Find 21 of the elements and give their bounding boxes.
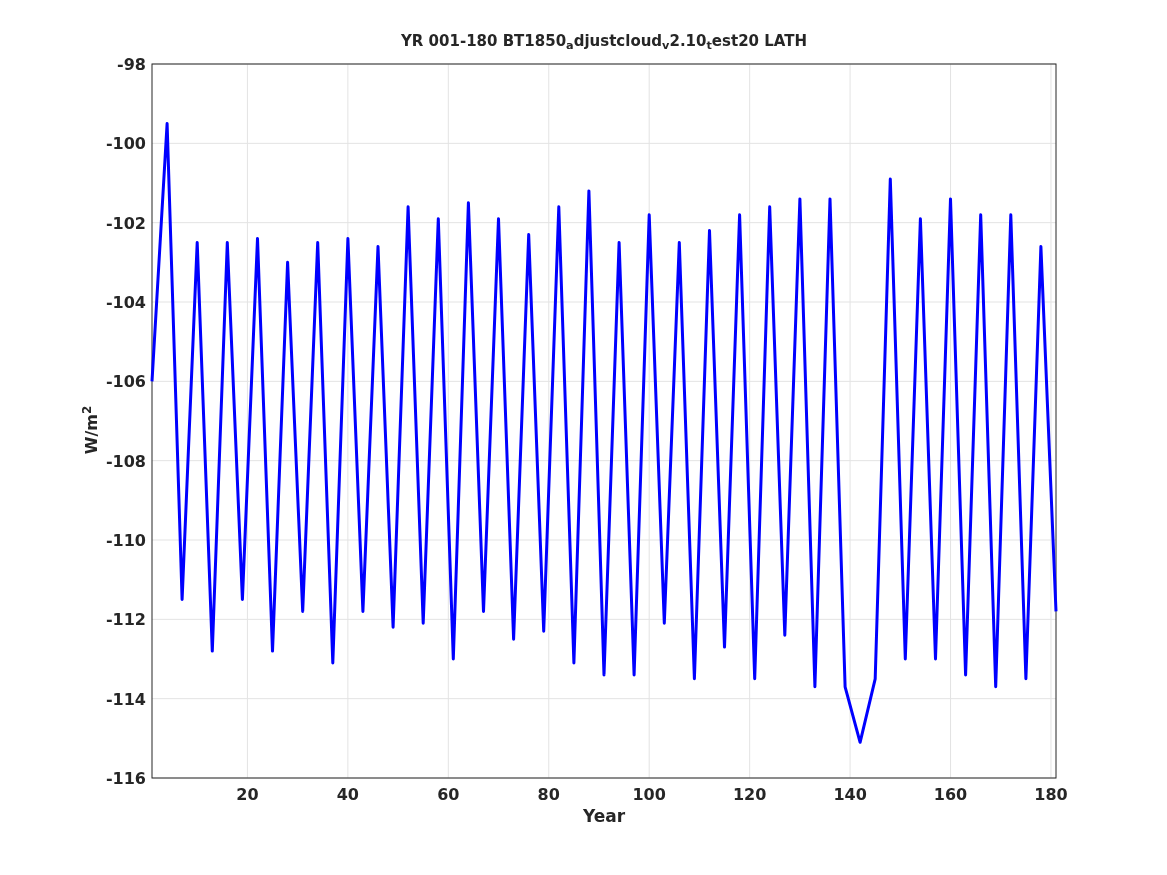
- y-tick-label: -104: [105, 293, 146, 312]
- y-tick-label: -114: [105, 689, 146, 709]
- chart-title: YR 001-180 BT1850$_{a}$djustcloud$_{v}$2.10$_{t}$est20 LATH: [400, 31, 807, 53]
- y-tick-label: -106: [105, 372, 146, 392]
- x-axis-label: Year: [582, 806, 626, 826]
- x-tick-label: 60: [437, 785, 460, 804]
- y-tick-label: -108: [105, 451, 146, 471]
- x-tick-label: 40: [336, 785, 359, 804]
- x-tick-label: 120: [732, 785, 767, 804]
- y-tick-label: -112: [105, 610, 146, 630]
- x-tick-label: 20: [236, 785, 259, 804]
- x-tick-label: 100: [632, 785, 666, 804]
- x-tick-label: 160: [933, 785, 968, 804]
- x-tick-label: 140: [833, 785, 867, 804]
- x-tick-label: 180: [1034, 785, 1068, 804]
- x-tick-label: 80: [537, 785, 560, 804]
- y-tick-label: -100: [105, 134, 146, 154]
- y-tick-label: -110: [105, 531, 146, 550]
- y-tick-label: -102: [105, 213, 146, 233]
- y-tick-label: -116: [105, 769, 146, 788]
- y-tick-label: -98: [117, 55, 146, 74]
